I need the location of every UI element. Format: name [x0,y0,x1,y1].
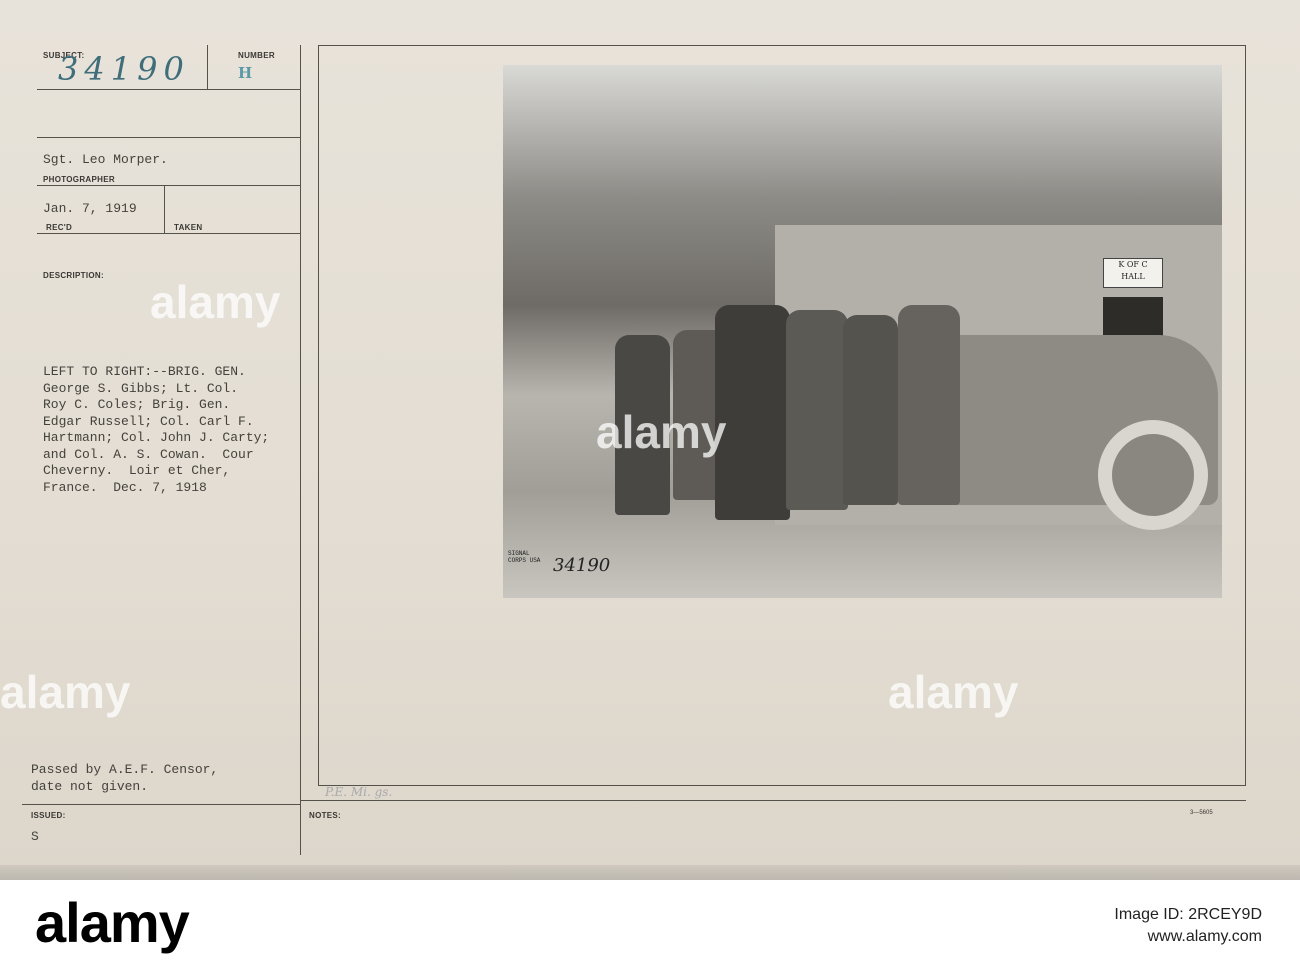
column-divider [300,45,301,855]
issued-label: ISSUED: [31,811,66,820]
alamy-url[interactable]: www.alamy.com [1148,928,1262,946]
received-date: Jan. 7, 1919 [43,201,137,216]
card-shadow [0,865,1300,880]
divider [22,804,300,805]
notes-label: NOTES: [309,811,342,820]
divider [37,185,300,186]
subject-number: 34190 [58,50,190,88]
archive-card: SUBJECT: 34190 NUMBER H Sgt. Leo Morper.… [0,0,1300,872]
officer [786,310,848,510]
alamy-logo: alamy [35,891,190,954]
watermark: alamy [596,406,727,458]
watermark: alamy [888,666,1019,718]
photographer-name: Sgt. Leo Morper. [43,152,168,167]
hall-sign: K OF C HALL [1103,258,1163,288]
photographer-label: PHOTOGRAPHER [43,175,115,184]
taken-label: TAKEN [174,223,203,232]
divider [37,233,300,234]
divider [37,137,300,138]
officer [843,315,898,505]
photo-number: 34190 [553,555,611,576]
number-value: H [238,64,253,82]
description-text: LEFT TO RIGHT:--BRIG. GEN. George S. Gib… [43,364,270,495]
watermark: alamy [0,666,131,718]
issued-value: S [31,829,39,844]
number-label: NUMBER [238,51,275,60]
divider [300,800,1246,801]
censor-note: Passed by A.E.F. Censor, date not given. [31,762,219,794]
alamy-banner: alamy Image ID: 2RCEY9D www.alamy.com [0,880,1300,969]
form-number: 3—5605 [1190,810,1213,816]
handwritten-note: P.E. Mi. gs. [325,785,393,799]
divider [164,186,165,233]
divider [207,45,208,89]
divider [37,89,300,90]
description-label: DESCRIPTION: [43,271,104,280]
car-wheel [1098,420,1208,530]
signal-corps-stamp: SIGNAL CORPS USA [508,550,541,564]
photograph: K OF C HALL SIGNAL CORPS USA 34190 [503,65,1222,598]
officer [898,305,960,505]
watermark: alamy [150,276,281,328]
image-id: Image ID: 2RCEY9D [1114,906,1262,923]
received-label: REC'D [46,223,73,232]
